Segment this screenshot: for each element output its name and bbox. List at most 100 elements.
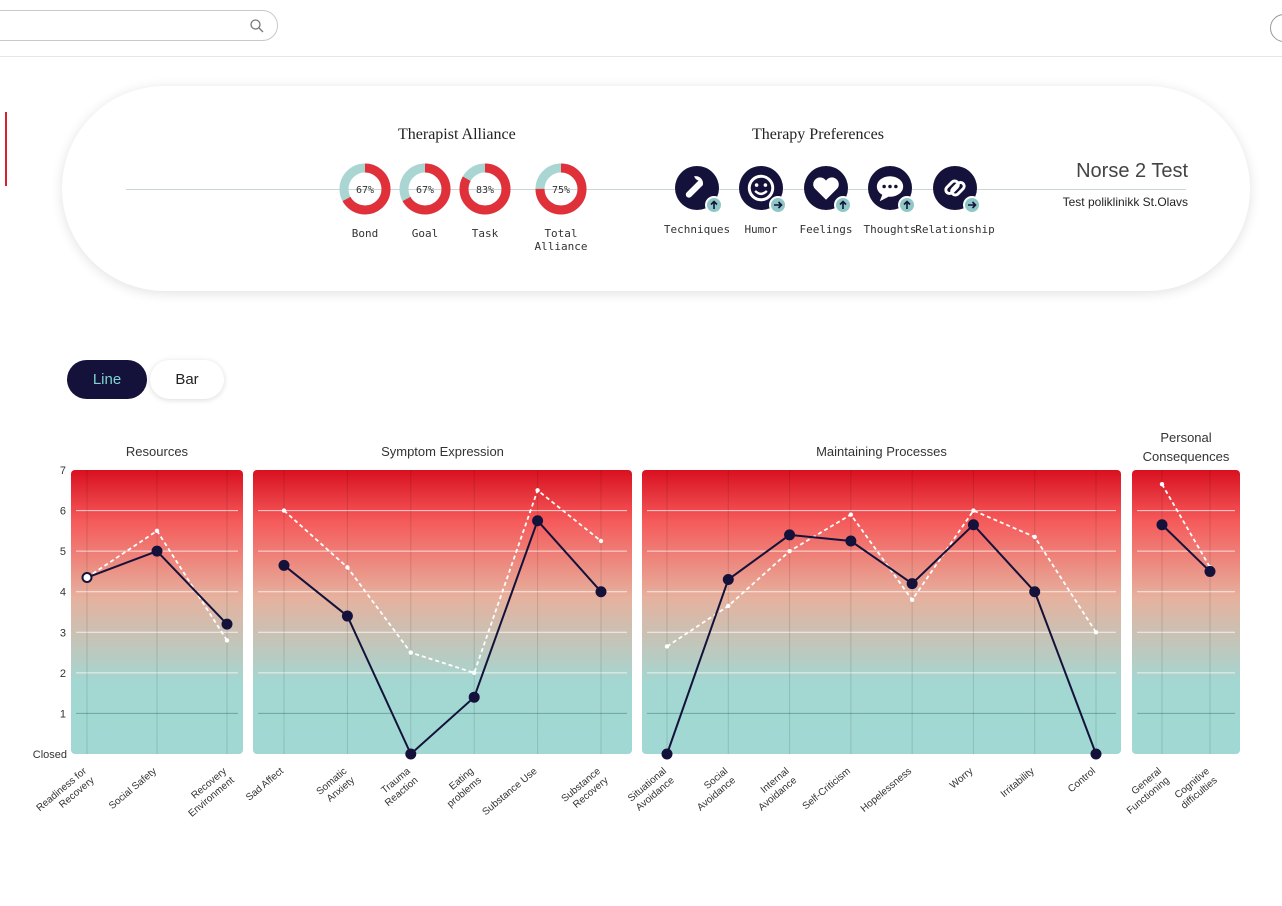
category-label: Hopelessness [859,766,914,815]
series-dashed-point [598,538,604,544]
category-label: Sad Affect [244,766,286,804]
panel-title: Consequences [1143,449,1230,464]
preference-humor[interactable] [739,166,787,214]
donut-value: 83% [476,185,494,196]
category-label: Control [1066,766,1098,795]
preference-techniques[interactable] [675,166,723,214]
y-tick-label: 1 [60,708,66,720]
category-label: RecoveryEnvironment [179,766,237,820]
line-toggle-button[interactable]: Line [67,360,147,399]
series-solid-point[interactable] [906,578,918,590]
preference-label: Relationship [915,223,995,236]
series-solid-point[interactable] [661,748,673,760]
series-solid-point[interactable] [784,529,796,541]
series-solid-point[interactable] [595,586,607,598]
arrow-right-icon [963,196,981,214]
y-tick-label: 3 [60,627,66,639]
panel-background [1132,470,1240,754]
series-dashed-point [909,597,915,603]
preference-feelings[interactable] [804,166,852,214]
category-label: GeneralFunctioning [1117,766,1171,817]
series-solid-point[interactable] [468,691,480,703]
series-solid-point[interactable] [967,519,979,531]
arrow-right-icon [769,196,787,214]
series-dashed-point [408,650,413,655]
donut-total-alliance: 75% [535,163,587,215]
category-label: SocialAvoidance [687,766,738,814]
category-label: SituationalAvoidance [626,766,677,814]
card-divider-line [126,189,1186,190]
panel-1 [253,470,632,760]
y-tick-label: Closed [33,749,67,761]
y-tick-label: 6 [60,506,66,518]
y-tick-label: 7 [60,465,66,477]
category-label: Self-Criticism [801,766,853,812]
side-indicator [5,112,7,186]
series-dashed-point [472,670,477,676]
panel-background [253,470,632,754]
series-dashed-point [971,508,976,513]
panel-0 [71,470,243,754]
arrow-up-icon [898,196,916,214]
y-tick-label: 4 [60,587,66,599]
category-label: SubstanceRecovery [560,766,611,814]
bar-toggle-button[interactable]: Bar [150,360,224,399]
series-dashed-point [787,548,792,554]
series-dashed-point [154,528,160,534]
panel-title: Personal [1160,430,1211,445]
panel-title: Symptom Expression [381,444,504,459]
series-solid-point[interactable] [1090,748,1102,760]
series-solid-point[interactable] [845,535,857,547]
clinic-name: Test poliklinikk St.Olavs [1062,195,1188,209]
series-solid-point[interactable] [722,574,734,586]
search-input[interactable] [5,16,229,38]
panel-2 [642,470,1121,760]
series-solid-point[interactable] [221,618,233,630]
category-label: InternalAvoidance [749,766,800,814]
y-tick-label: 2 [60,668,66,680]
series-solid-point[interactable] [341,610,353,622]
donut-value: 75% [552,185,570,196]
top-bar [0,0,1282,57]
series-solid-point[interactable] [405,748,417,760]
donut-task: 83% [459,163,511,215]
scores-chart: Closed 1 2 3 4 5 6 7 Resources Readiness forRecov… [33,430,1240,823]
series-dashed-point [1032,534,1037,540]
category-label: SomaticAnxiety [315,766,357,807]
category-label: Cognitivedifficulties [1171,766,1220,812]
series-dashed-point [535,488,540,493]
panel-background [642,470,1121,754]
series-solid-point[interactable] [151,545,163,557]
donut-value: 67% [416,185,434,196]
category-label: TraumaReaction [375,766,420,809]
patient-name: Norse 2 Test [1076,160,1188,182]
category-label: Readiness forRecovery [35,765,98,823]
summary-card: Therapist Alliance 67% Bond 67% Goal 83% Task… [62,86,1250,291]
search-box[interactable] [0,10,278,41]
alliance-title: Therapist Alliance [398,126,516,143]
panel-title: Maintaining Processes [816,444,947,459]
series-solid-point[interactable] [1156,519,1168,531]
preference-thoughts[interactable] [868,166,916,214]
series-solid-point[interactable] [278,559,290,571]
panel-3 [1132,470,1240,754]
arrow-up-icon [834,196,852,214]
donut-label: Total Alliance [534,227,588,253]
series-solid-point[interactable] [81,572,93,584]
search-icon[interactable] [249,18,265,34]
series-dashed-point [848,512,854,517]
panel-title: Resources [126,444,189,459]
preferences-title: Therapy Preferences [752,126,884,143]
arrow-up-icon [705,196,723,214]
preference-relationship[interactable] [933,166,981,214]
category-label: Substance Use [480,766,539,818]
series-dashed-point [1159,482,1165,487]
series-solid-point[interactable] [1029,586,1041,598]
series-solid-point[interactable] [1204,565,1216,577]
series-solid-point[interactable] [532,515,544,527]
user-menu-button[interactable] [1270,14,1282,42]
series-dashed-point [726,603,731,609]
donut-value: 67% [356,185,374,196]
donut-bond: 67% [339,163,391,215]
y-tick-label: 5 [60,546,66,558]
